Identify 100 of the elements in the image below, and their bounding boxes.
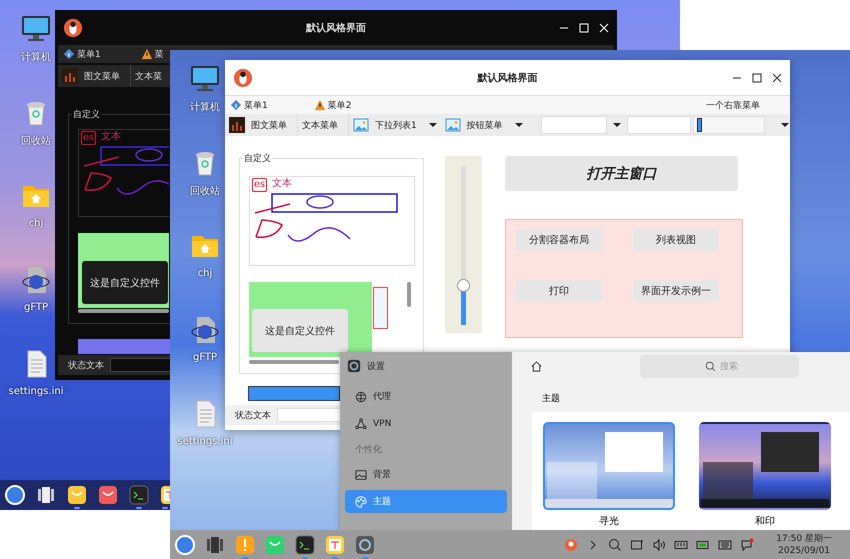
notification-icon[interactable] [740, 538, 754, 552]
terminal-app-icon[interactable] [129, 485, 149, 505]
caret-icon[interactable] [514, 121, 523, 129]
settings-app-icon[interactable] [355, 534, 375, 554]
menu-item[interactable]: 菜单1 [77, 48, 101, 60]
toolbar-button[interactable]: 按钮菜单 [466, 118, 503, 132]
screen-icon[interactable] [630, 538, 644, 552]
desktop-icon-label: settings.ini [178, 436, 232, 447]
settings-title: 设置 [367, 360, 385, 372]
avatar-icon[interactable] [564, 538, 578, 552]
desktop-icon-label: gFTP [24, 302, 48, 313]
canvas-text: 文本 [272, 178, 292, 190]
input-field[interactable] [626, 116, 691, 134]
action-button[interactable]: 打印 [516, 280, 602, 302]
action-button[interactable]: 界面开发示例一 [633, 280, 719, 302]
thumbnail-icon [62, 68, 78, 84]
outlined-box [373, 287, 388, 329]
ftp-icon[interactable] [189, 314, 221, 346]
desktop-icon-label: settings.ini [8, 386, 64, 397]
app-logo-icon [233, 68, 253, 88]
search-field[interactable]: 搜索 [640, 355, 799, 378]
multitask-app-icon[interactable] [205, 534, 225, 554]
canvas-text: 文本 [101, 131, 121, 143]
picture-icon [353, 117, 369, 133]
keyboard-icon[interactable] [718, 538, 732, 552]
clock-time[interactable]: 17:50 星期一 [776, 532, 832, 544]
toolbar-button[interactable]: 图文菜单 [84, 70, 120, 82]
scrollbar[interactable] [249, 360, 339, 364]
menu-item[interactable]: 菜单2 [328, 98, 352, 112]
caret-icon[interactable] [780, 121, 789, 129]
scrollbar[interactable] [407, 282, 411, 307]
group-title: 自定义 [243, 152, 272, 165]
nav-item[interactable]: 代理 [345, 385, 507, 408]
proxy-icon [355, 390, 367, 402]
theme-name: 寻光 [599, 514, 619, 528]
info-icon [63, 48, 75, 60]
theme-preview[interactable] [699, 422, 831, 510]
menu-item[interactable]: 菜单1 [244, 98, 268, 112]
toolbar-button[interactable]: 文本菜单 [302, 118, 338, 132]
group-title: 自定义 [72, 108, 101, 121]
open-main-window-button[interactable]: 打开主窗口 [505, 156, 738, 191]
section-title: 主题 [542, 392, 561, 406]
canvas-label: es [81, 131, 96, 145]
slider-handle[interactable] [457, 279, 470, 292]
palette-icon [355, 496, 367, 508]
clock-date[interactable]: 2025/09/01 [778, 544, 830, 556]
nav-item[interactable]: VPN [345, 412, 507, 435]
notes-app-icon[interactable] [160, 485, 170, 505]
menu-item[interactable]: 一个右靠菜单 [706, 98, 760, 112]
nav-section-heading: 个性化 [354, 444, 383, 457]
slider-field[interactable] [692, 116, 765, 134]
window-title: 默认风格界面 [478, 72, 538, 84]
slider-handle[interactable] [696, 118, 702, 132]
maximize-button[interactable] [752, 72, 762, 82]
desktop-icon-label: 回收站 [21, 134, 51, 148]
thumbnail-icon [229, 117, 245, 133]
caret-icon[interactable] [612, 121, 621, 129]
canvas-label: es [252, 178, 268, 192]
custom-control[interactable]: 这是自定义控件 [82, 261, 168, 304]
toolbar-button[interactable]: 图文菜单 [251, 118, 287, 132]
action-button[interactable]: 列表视图 [633, 229, 719, 251]
desktop-icon-label: 计算机 [190, 100, 220, 114]
desktop-icon-label: chj [198, 268, 212, 279]
menu-item[interactable]: 菜 [154, 48, 164, 60]
search-icon[interactable] [608, 538, 622, 552]
ftp-icon[interactable] [20, 264, 52, 296]
desktop-icon-label: chj [28, 218, 44, 229]
vertical-slider[interactable] [457, 166, 470, 325]
combo-field[interactable] [540, 116, 607, 134]
scrollbar[interactable] [78, 309, 169, 313]
settings-icon [347, 359, 361, 373]
exclamation-app-icon[interactable] [235, 534, 255, 554]
terminal-app-icon[interactable] [295, 534, 315, 554]
theme-name: 和印 [755, 514, 775, 528]
status-text: 状态文本 [68, 360, 104, 372]
vpn-icon [355, 418, 367, 430]
status-text: 状态文本 [235, 410, 271, 422]
picture-icon [355, 468, 367, 480]
custom-control[interactable]: 这是自定义控件 [252, 309, 348, 352]
files-app-icon[interactable] [67, 485, 87, 505]
nav-item[interactable]: 背景 [345, 463, 507, 486]
window-title: 默认风格界面 [306, 22, 366, 34]
desktop-icon-label: 回收站 [190, 184, 220, 198]
toolbar-button[interactable]: 下拉列表1 [375, 118, 417, 132]
action-button[interactable]: 分割容器布局 [516, 229, 602, 251]
warning-icon [140, 48, 153, 60]
desktop-icon-label: 计算机 [21, 50, 51, 64]
volume-icon[interactable] [652, 538, 666, 552]
search-icon [705, 361, 716, 372]
toolbar-button[interactable]: 文本菜 [135, 70, 162, 82]
warning-icon [314, 99, 326, 111]
multitask-app-icon[interactable] [36, 485, 56, 505]
app-logo-icon [63, 18, 83, 38]
caret-icon[interactable] [428, 121, 437, 129]
close-button[interactable] [772, 72, 782, 82]
launcher-app-icon[interactable] [5, 485, 25, 505]
desktop-icon-label: gFTP [192, 352, 218, 363]
home-icon[interactable] [530, 360, 543, 373]
store-app-icon[interactable] [98, 485, 118, 505]
picture-icon [444, 117, 461, 133]
